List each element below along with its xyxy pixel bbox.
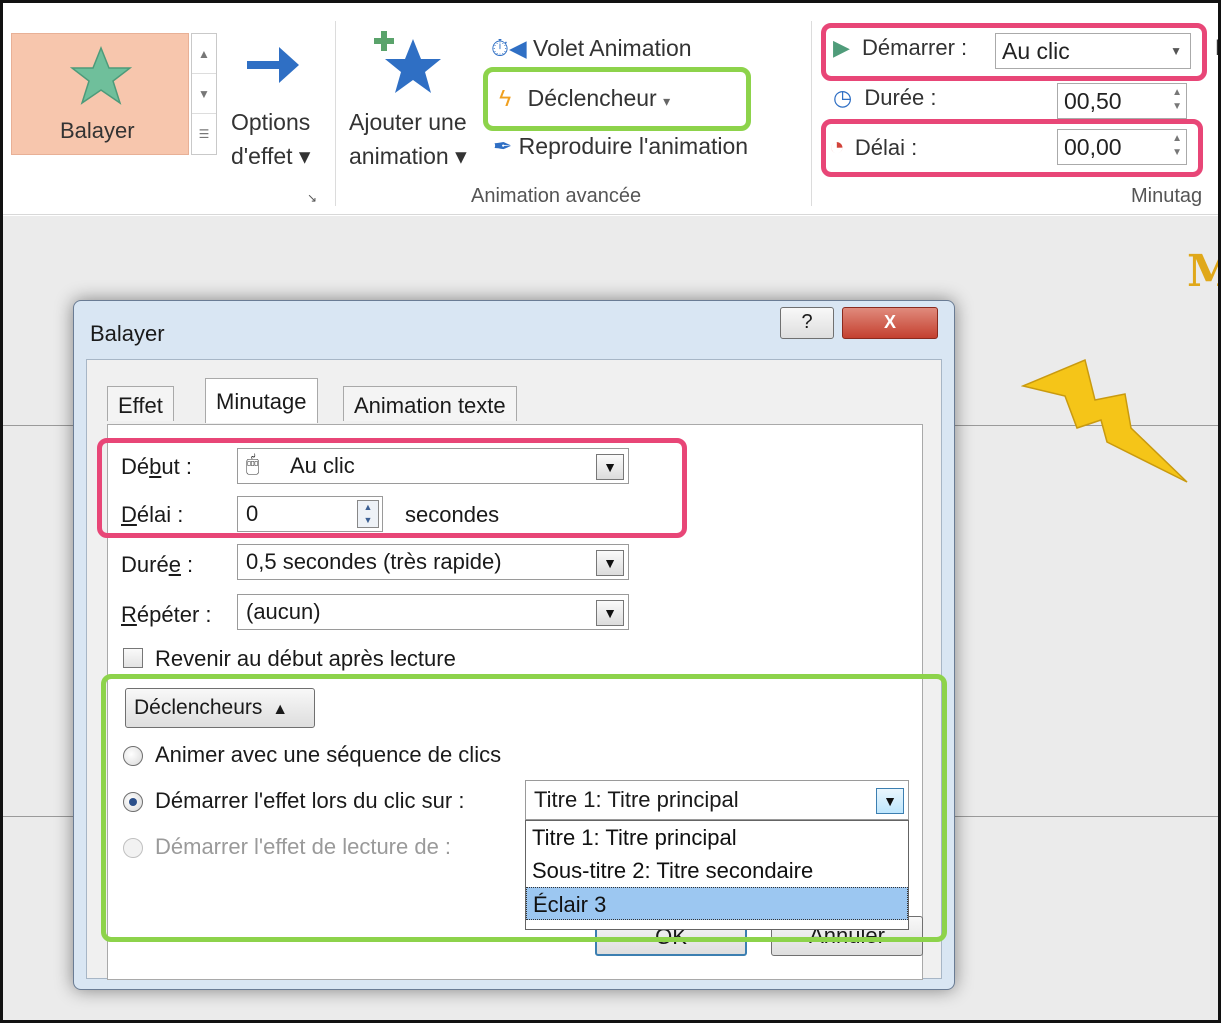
chevron-down-icon[interactable]: ▼ — [596, 600, 624, 626]
help-button[interactable]: ? — [780, 307, 834, 339]
animation-painter-button[interactable]: ✒ Reproduire l'animation — [493, 133, 748, 160]
slide-title-fragment: M — [1187, 246, 1218, 297]
animation-gallery-selected-tile[interactable]: Balayer — [11, 33, 189, 155]
tab-animation-texte[interactable]: Animation texte — [343, 386, 517, 421]
gallery-more-icon[interactable]: ☰ — [192, 114, 216, 154]
gallery-scroll-down-icon[interactable]: ▼ — [192, 74, 216, 114]
cut-ribbon-letter: F — [1215, 35, 1218, 61]
animation-pane-icon: ⏱◀ — [491, 35, 527, 61]
gallery-scroll-up-icon[interactable]: ▲ — [192, 34, 216, 74]
group-separator — [811, 21, 812, 206]
spinner-arrows-icon[interactable]: ▲ ▼ — [1172, 86, 1182, 114]
effect-name-label: Balayer — [60, 118, 135, 143]
slide-guide-line — [3, 425, 73, 426]
tab-effet[interactable]: Effet — [107, 386, 174, 421]
dialog-body: Effet Minutage Animation texte Début : 🖱… — [86, 359, 947, 980]
close-button[interactable]: X — [842, 307, 938, 339]
lightning-shape[interactable] — [1021, 356, 1191, 486]
duration-dropdown[interactable]: 0,5 secondes (très rapide) ▼ — [237, 544, 629, 580]
animation-pane-button[interactable]: ⏱◀ Volet Animation — [491, 35, 692, 62]
timing-group-label: Minutag — [1131, 185, 1203, 207]
repeat-field-label: Répéter : — [121, 602, 212, 627]
add-animation-star-icon[interactable] — [373, 27, 445, 97]
effect-options-label-1[interactable]: Options — [231, 109, 310, 136]
animations-ribbon: Balayer ▲ ▼ ☰ Options d'effet ▾ ↘ Ajoute… — [3, 3, 1218, 215]
clock-icon: ◷ — [833, 85, 853, 110]
add-animation-label-1[interactable]: Ajouter une — [349, 109, 467, 136]
dialog-launcher-icon[interactable]: ↘ — [307, 191, 317, 205]
duration-label: ◷ Durée : — [833, 85, 937, 110]
delay-highlight-box — [821, 119, 1203, 177]
group-separator — [335, 21, 336, 206]
add-animation-label-2[interactable]: animation ▾ — [349, 143, 467, 170]
painter-brush-icon: ✒ — [493, 133, 513, 159]
chevron-down-icon[interactable]: ▼ — [596, 550, 624, 576]
duration-spinner[interactable]: 00,50 ▲ ▼ — [1057, 83, 1187, 119]
effect-options-label-2[interactable]: d'effet ▾ — [231, 143, 310, 170]
screenshot-frame: Balayer ▲ ▼ ☰ Options d'effet ▾ ↘ Ajoute… — [0, 0, 1221, 1023]
slide-guide-line — [955, 816, 1218, 817]
effect-options-arrow-icon[interactable] — [243, 39, 303, 91]
star-effect-icon — [70, 46, 132, 105]
rewind-checkbox[interactable] — [123, 648, 143, 668]
tab-minutage[interactable]: Minutage — [205, 378, 318, 423]
animation-effect-dialog: Balayer ? X Effet Minutage Animation tex… — [73, 300, 955, 990]
rewind-label[interactable]: Revenir au début après lecture — [155, 646, 456, 672]
dialog-title: Balayer — [90, 321, 165, 346]
gallery-scrollbar[interactable]: ▲ ▼ ☰ — [191, 33, 217, 155]
start-delay-highlight-box — [97, 438, 687, 538]
advanced-animation-group-label: Animation avancée — [471, 185, 642, 207]
start-highlight-box — [821, 23, 1207, 81]
repeat-dropdown[interactable]: (aucun) ▼ — [237, 594, 629, 630]
trigger-highlight-box — [483, 67, 751, 131]
duration-field-label: Durée : — [121, 552, 194, 577]
triggers-highlight-box — [101, 674, 947, 942]
slide-guide-line — [3, 816, 73, 817]
